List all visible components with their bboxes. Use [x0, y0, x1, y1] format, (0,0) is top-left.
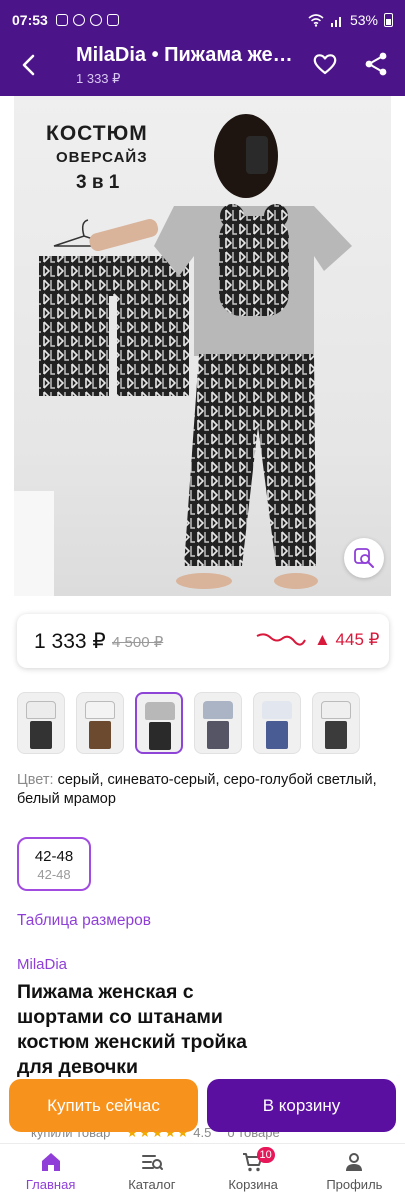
page-title: MilaDia • Пижама женская с шортами со шт…: [76, 44, 296, 66]
size-table-link[interactable]: Таблица размеров: [17, 912, 151, 930]
catalog-icon: [141, 1155, 163, 1170]
nav-label: Профиль: [326, 1177, 383, 1192]
header-price: 1 333 ₽: [76, 71, 121, 86]
image-search-button[interactable]: [344, 538, 384, 578]
thumbnail[interactable]: [312, 692, 360, 754]
battery-icon: [384, 13, 393, 27]
brand-link[interactable]: MilaDia: [17, 956, 67, 973]
current-price: 1 333 ₽: [34, 630, 106, 653]
old-price: 4 500 ₽: [112, 634, 164, 651]
product-title: Пижама женская с шортами со штанами кост…: [17, 981, 247, 1078]
nav-label: Главная: [25, 1177, 76, 1192]
nav-label: Каталог: [128, 1177, 176, 1192]
size-secondary: 42-48: [37, 867, 71, 882]
photo-illustration: [14, 114, 352, 596]
thumbnail[interactable]: [17, 692, 65, 754]
nav-item-cart[interactable]: 10 Корзина: [203, 1144, 304, 1200]
thumbnail-strip: [17, 692, 397, 756]
photo-caption-line1: КОСТЮМ: [46, 122, 148, 145]
profile-icon: [346, 1153, 363, 1171]
nav-item-home[interactable]: Главная: [0, 1144, 101, 1200]
nav-label: Корзина: [228, 1177, 278, 1192]
color-info: Цвет: серый, синевато-серый, серо-голубо…: [17, 771, 402, 809]
price-change: ▲ 445 ₽: [314, 630, 380, 649]
size-primary: 42-48: [34, 848, 74, 865]
thumbnail[interactable]: [194, 692, 242, 754]
add-to-cart-button[interactable]: В корзину: [207, 1079, 396, 1132]
nav-item-profile[interactable]: Профиль: [304, 1144, 405, 1200]
photo-icon: [55, 14, 68, 26]
wifi-icon: [308, 13, 324, 27]
screen-record-icon: [106, 14, 119, 26]
status-bar: 07:53 53%: [0, 0, 405, 40]
image-search-icon: [354, 548, 374, 568]
price-history-sparkline: [256, 633, 306, 646]
whatsapp-icon: [89, 14, 102, 26]
viber-icon: [72, 14, 85, 26]
thumbnail[interactable]: [253, 692, 301, 754]
photo-caption-line3: 3 в 1: [76, 172, 120, 193]
share-icon[interactable]: [362, 50, 390, 78]
thumbnail-selected[interactable]: [135, 692, 183, 754]
buy-now-button[interactable]: Купить сейчас: [9, 1079, 198, 1132]
cart-badge: 10: [256, 1147, 275, 1163]
home-icon: [41, 1153, 60, 1171]
price-box[interactable]: 1 333 ₽ 4 500 ₽ ▲ 445 ₽: [17, 614, 389, 668]
status-time: 07:53: [12, 12, 48, 28]
color-label: Цвет:: [17, 772, 54, 788]
product-photo[interactable]: КОСТЮМ ОВЕРСАЙЗ 3 в 1: [14, 96, 391, 596]
photo-caption-line2: ОВЕРСАЙЗ: [56, 149, 148, 166]
battery-percent: 53%: [349, 12, 378, 28]
nav-item-catalog[interactable]: Каталог: [101, 1144, 202, 1200]
app-header: MilaDia • Пижама женская с шортами со шт…: [0, 40, 405, 96]
signal-icon: [330, 16, 341, 27]
color-value: серый, синевато-серый, серо-голубой свет…: [17, 772, 377, 807]
bottom-nav: Главная Каталог 10 Корзина Профиль: [0, 1143, 405, 1200]
back-arrow-icon[interactable]: [14, 50, 44, 80]
heart-icon[interactable]: [311, 50, 339, 78]
size-option[interactable]: 42-48 42-48: [17, 837, 91, 891]
thumbnail[interactable]: [76, 692, 124, 754]
